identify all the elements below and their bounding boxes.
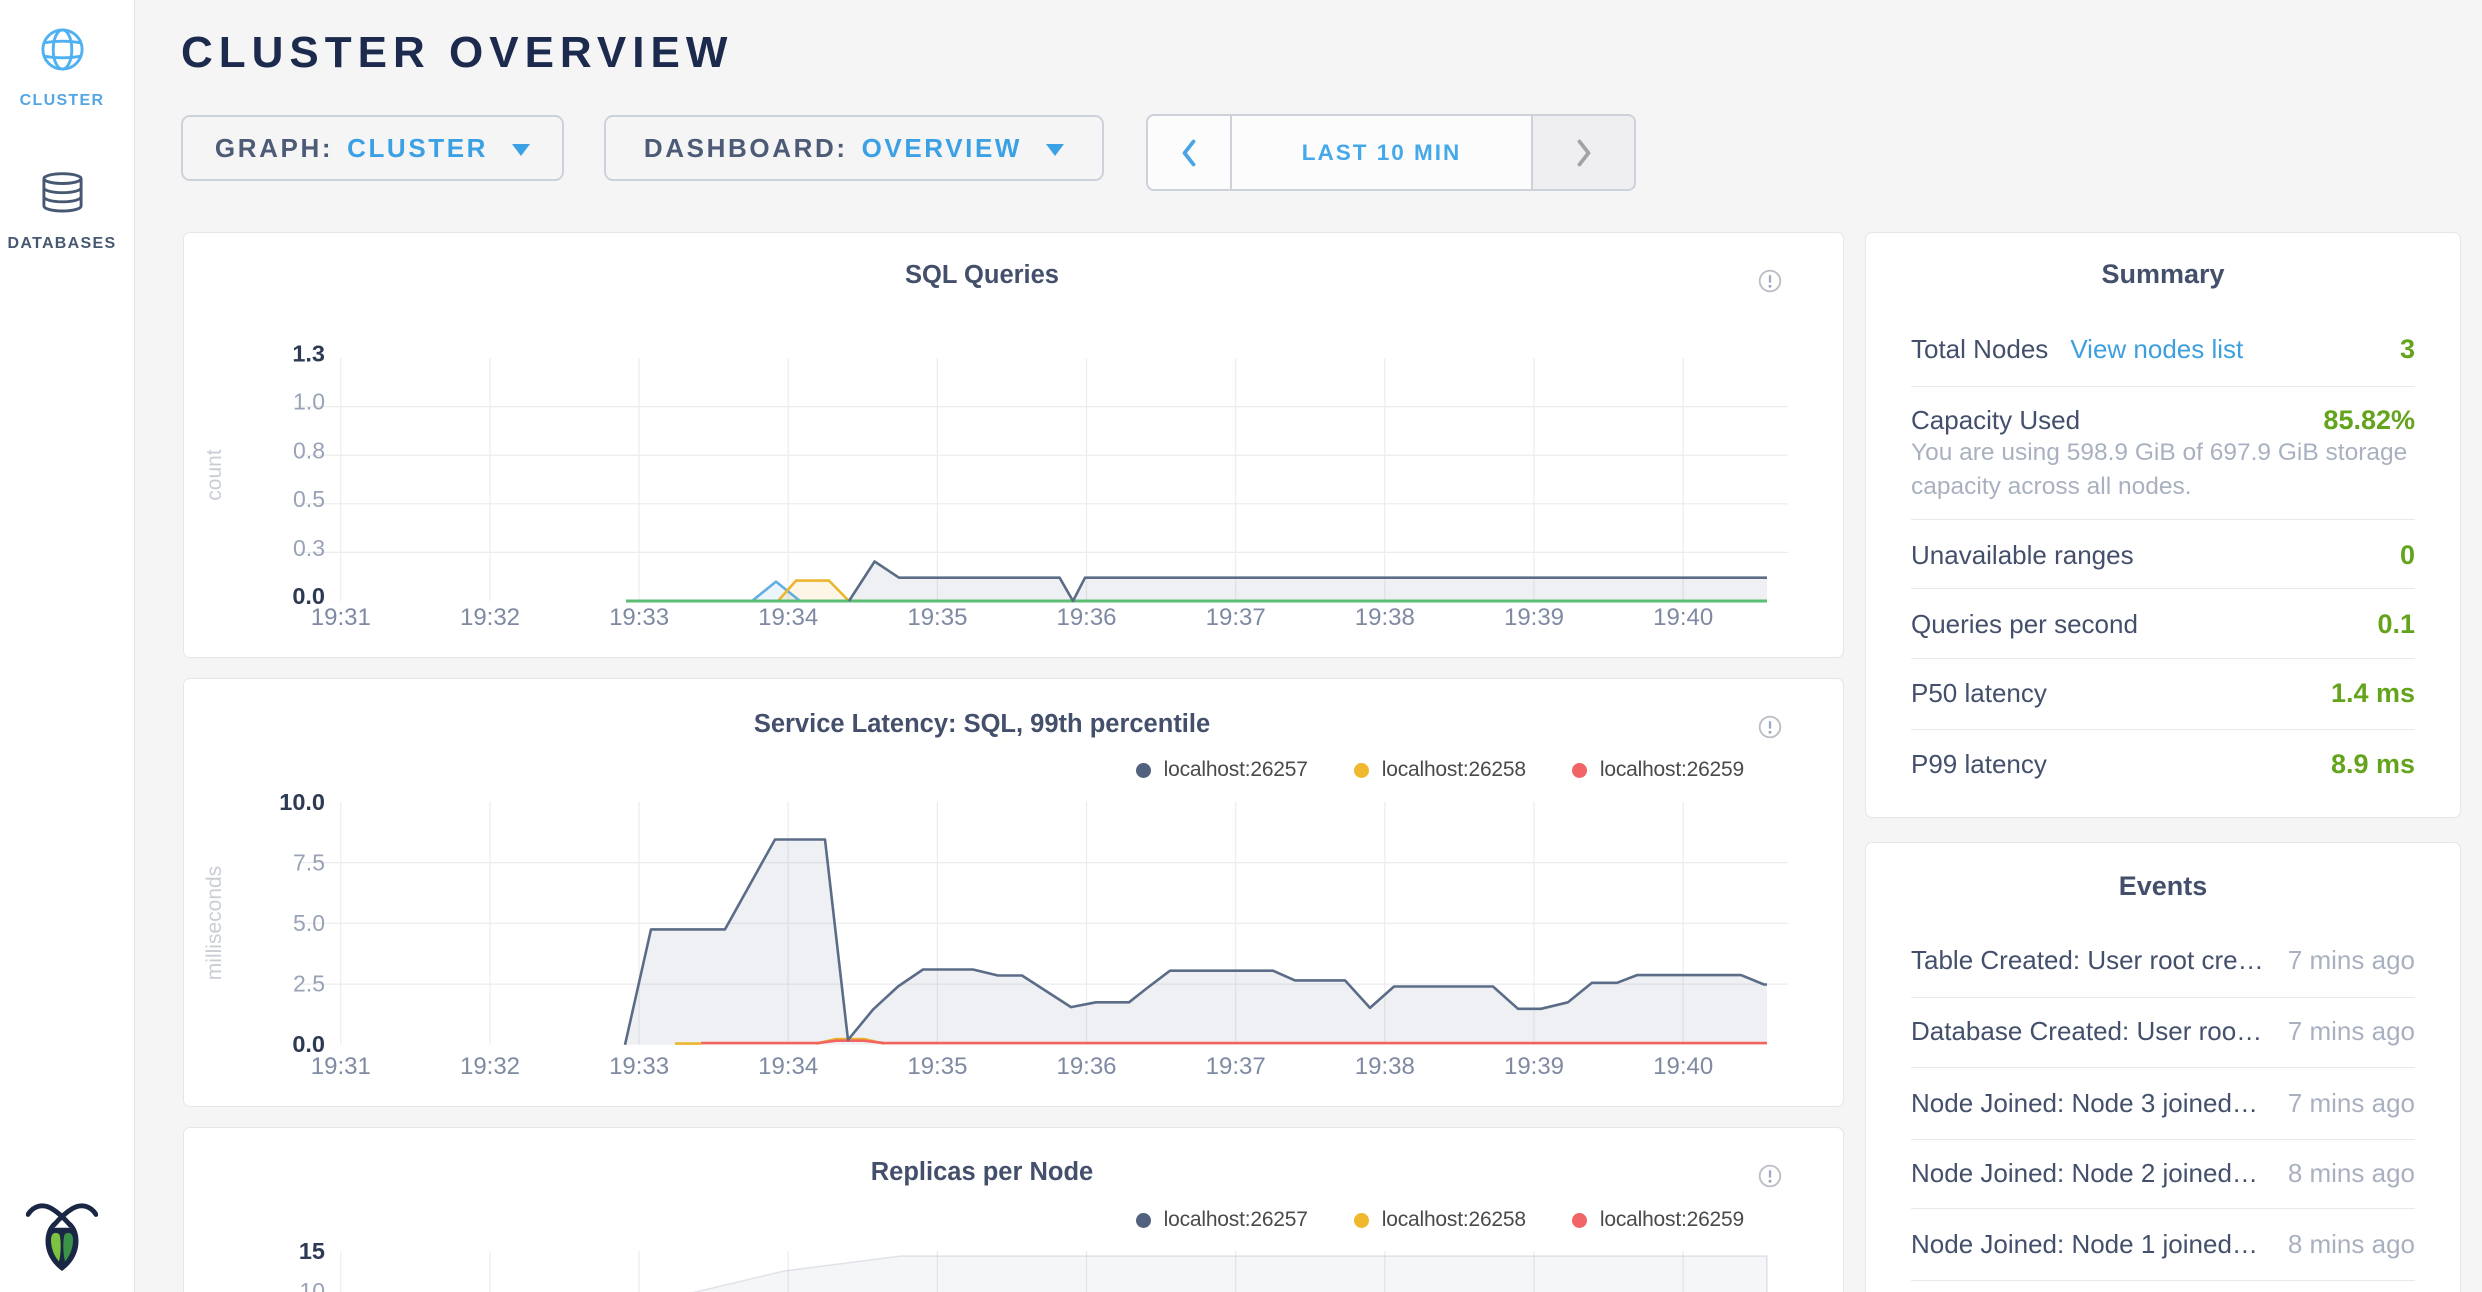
svg-text:15: 15 [299,1238,325,1264]
svg-text:count: count [203,449,226,501]
svg-text:7.5: 7.5 [293,850,325,876]
svg-text:19:31: 19:31 [311,604,371,631]
svg-text:19:31: 19:31 [311,1053,371,1080]
svg-text:19:32: 19:32 [460,604,520,631]
svg-text:19:32: 19:32 [460,1053,520,1080]
svg-text:19:39: 19:39 [1504,1053,1564,1080]
svg-text:1.3: 1.3 [292,341,325,367]
svg-text:0.3: 0.3 [293,535,325,561]
svg-text:19:40: 19:40 [1653,604,1713,631]
svg-text:19:34: 19:34 [758,604,818,631]
svg-text:1.0: 1.0 [293,389,325,415]
svg-text:0.8: 0.8 [293,437,325,463]
svg-text:19:39: 19:39 [1504,604,1564,631]
svg-text:19:36: 19:36 [1056,1053,1116,1080]
svg-text:19:37: 19:37 [1206,604,1266,631]
svg-text:19:34: 19:34 [758,1053,818,1080]
svg-text:10.0: 10.0 [279,789,325,815]
svg-text:19:35: 19:35 [907,604,967,631]
svg-text:19:35: 19:35 [907,1053,967,1080]
svg-text:19:37: 19:37 [1206,1053,1266,1080]
svg-text:19:40: 19:40 [1653,1053,1713,1080]
svg-text:19:36: 19:36 [1056,604,1116,631]
svg-text:10: 10 [299,1278,325,1292]
svg-text:19:38: 19:38 [1355,1053,1415,1080]
svg-text:5.0: 5.0 [293,910,325,936]
svg-text:19:33: 19:33 [609,1053,669,1080]
svg-text:0.5: 0.5 [293,486,325,512]
svg-text:19:38: 19:38 [1355,604,1415,631]
svg-text:19:33: 19:33 [609,604,669,631]
svg-text:milliseconds: milliseconds [203,866,226,980]
svg-text:2.5: 2.5 [293,971,325,997]
